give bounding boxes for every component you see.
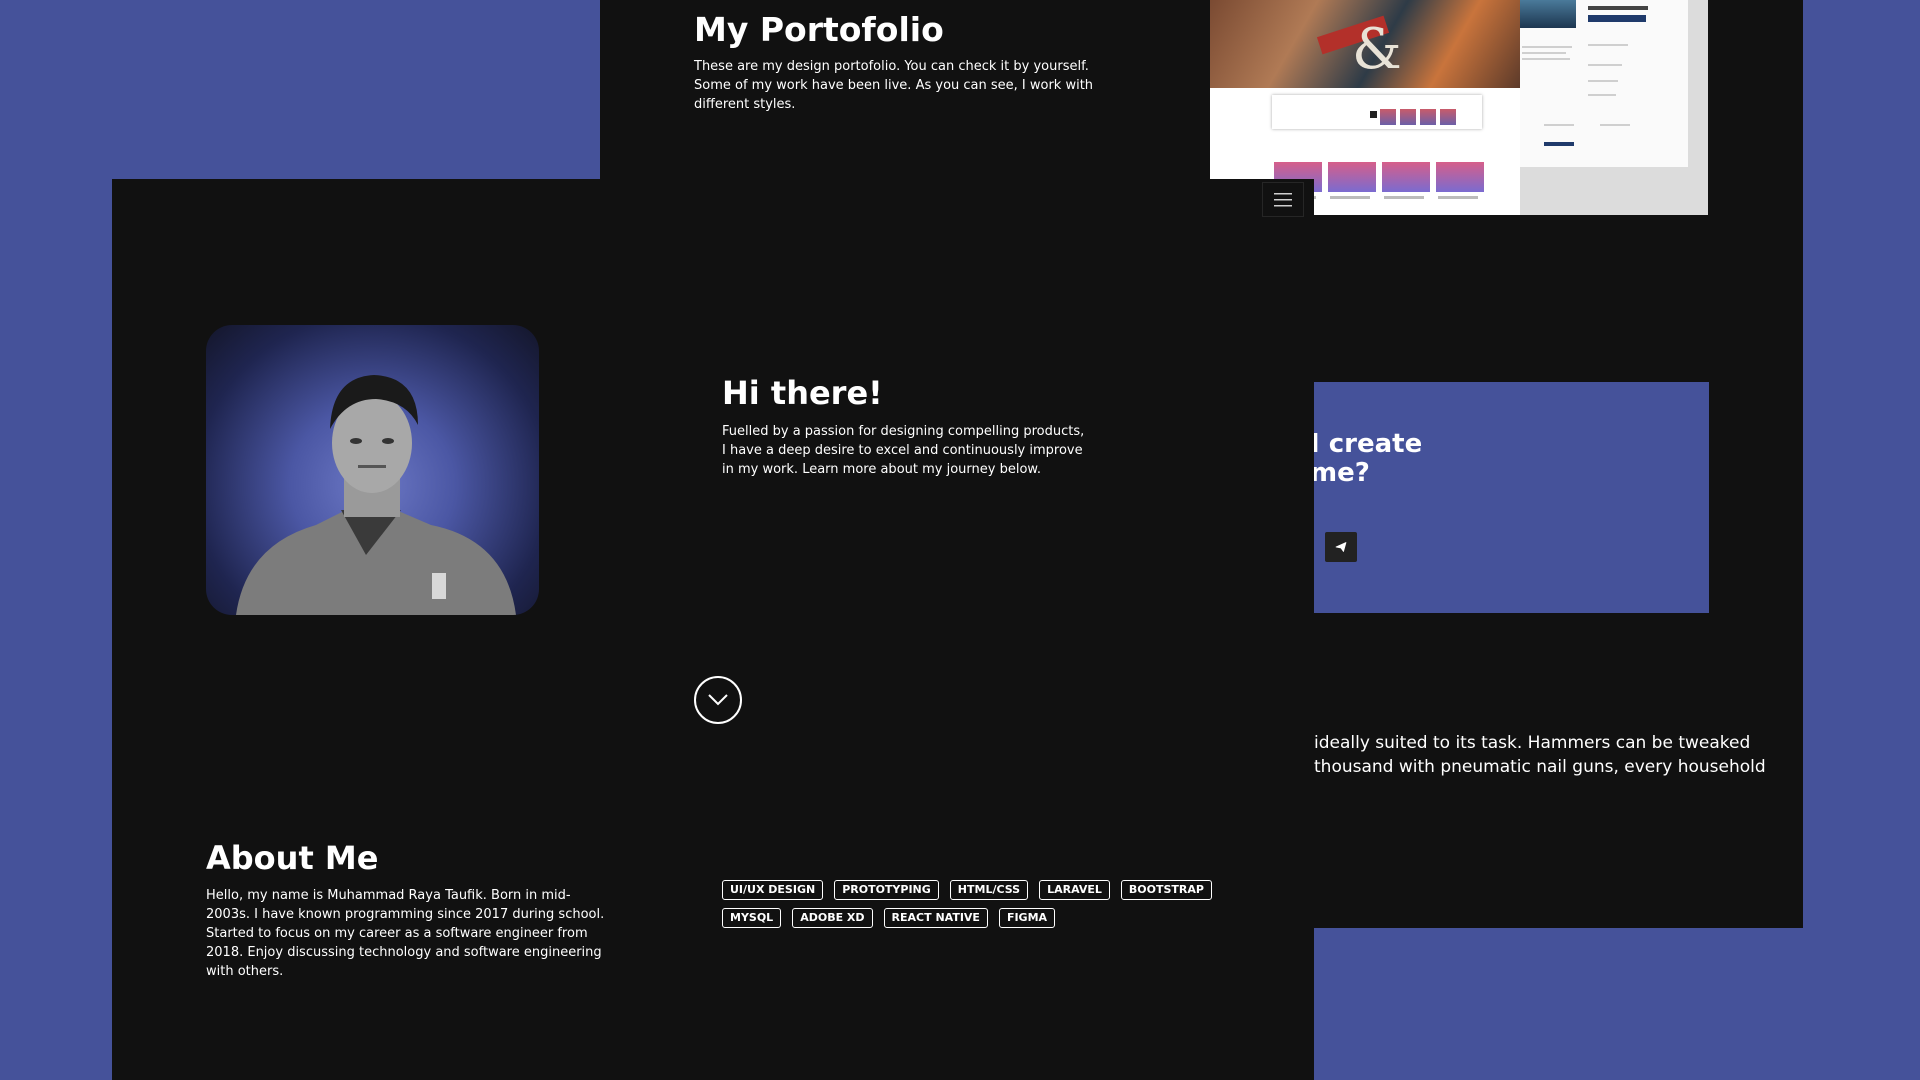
contact-section: I create me? [1304, 382, 1709, 613]
skill-tag: REACT NATIVE [883, 908, 988, 928]
portfolio-title: My Portofolio [694, 10, 944, 49]
skill-tags: UI/UX DESIGN PROTOTYPING HTML/CSS LARAVE… [722, 880, 1242, 928]
about-text: Hello, my name is Muhammad Raya Taufik. … [206, 888, 605, 979]
send-button[interactable] [1325, 532, 1357, 562]
skill-tag: HTML/CSS [949, 880, 1029, 900]
chevron-down-icon [708, 694, 728, 706]
hero-title: Hi there! [722, 374, 883, 412]
tools-paragraph: ideally suited to its task. Hammers can … [1314, 733, 1766, 777]
scroll-down-button[interactable] [694, 676, 742, 724]
skill-tag: MYSQL [722, 908, 782, 928]
hero-panel: Hi there! Fuelled by a passion for desig… [112, 179, 1314, 1080]
menu-button[interactable] [1262, 182, 1304, 217]
hamburger-menu-icon [1274, 192, 1292, 206]
profile-photo [206, 325, 539, 615]
skill-tag: UI/UX DESIGN [722, 880, 824, 900]
about-title: About Me [206, 839, 379, 877]
portfolio-hero-photo: & [1210, 0, 1520, 88]
person-silhouette [236, 375, 516, 615]
skill-tag: FIGMA [998, 908, 1056, 928]
skill-tag: PROTOTYPING [834, 880, 939, 900]
skill-tag: ADOBE XD [792, 908, 873, 928]
skill-tag: LARAVEL [1039, 880, 1110, 900]
hero-text: Fuelled by a passion for designing compe… [722, 424, 1085, 477]
portfolio-description: These are my design portofolio. You can … [694, 59, 1094, 112]
skill-tag: BOOTSTRAP [1120, 880, 1212, 900]
paper-plane-icon [1335, 542, 1347, 552]
contact-heading: I create me? [1310, 429, 1423, 488]
